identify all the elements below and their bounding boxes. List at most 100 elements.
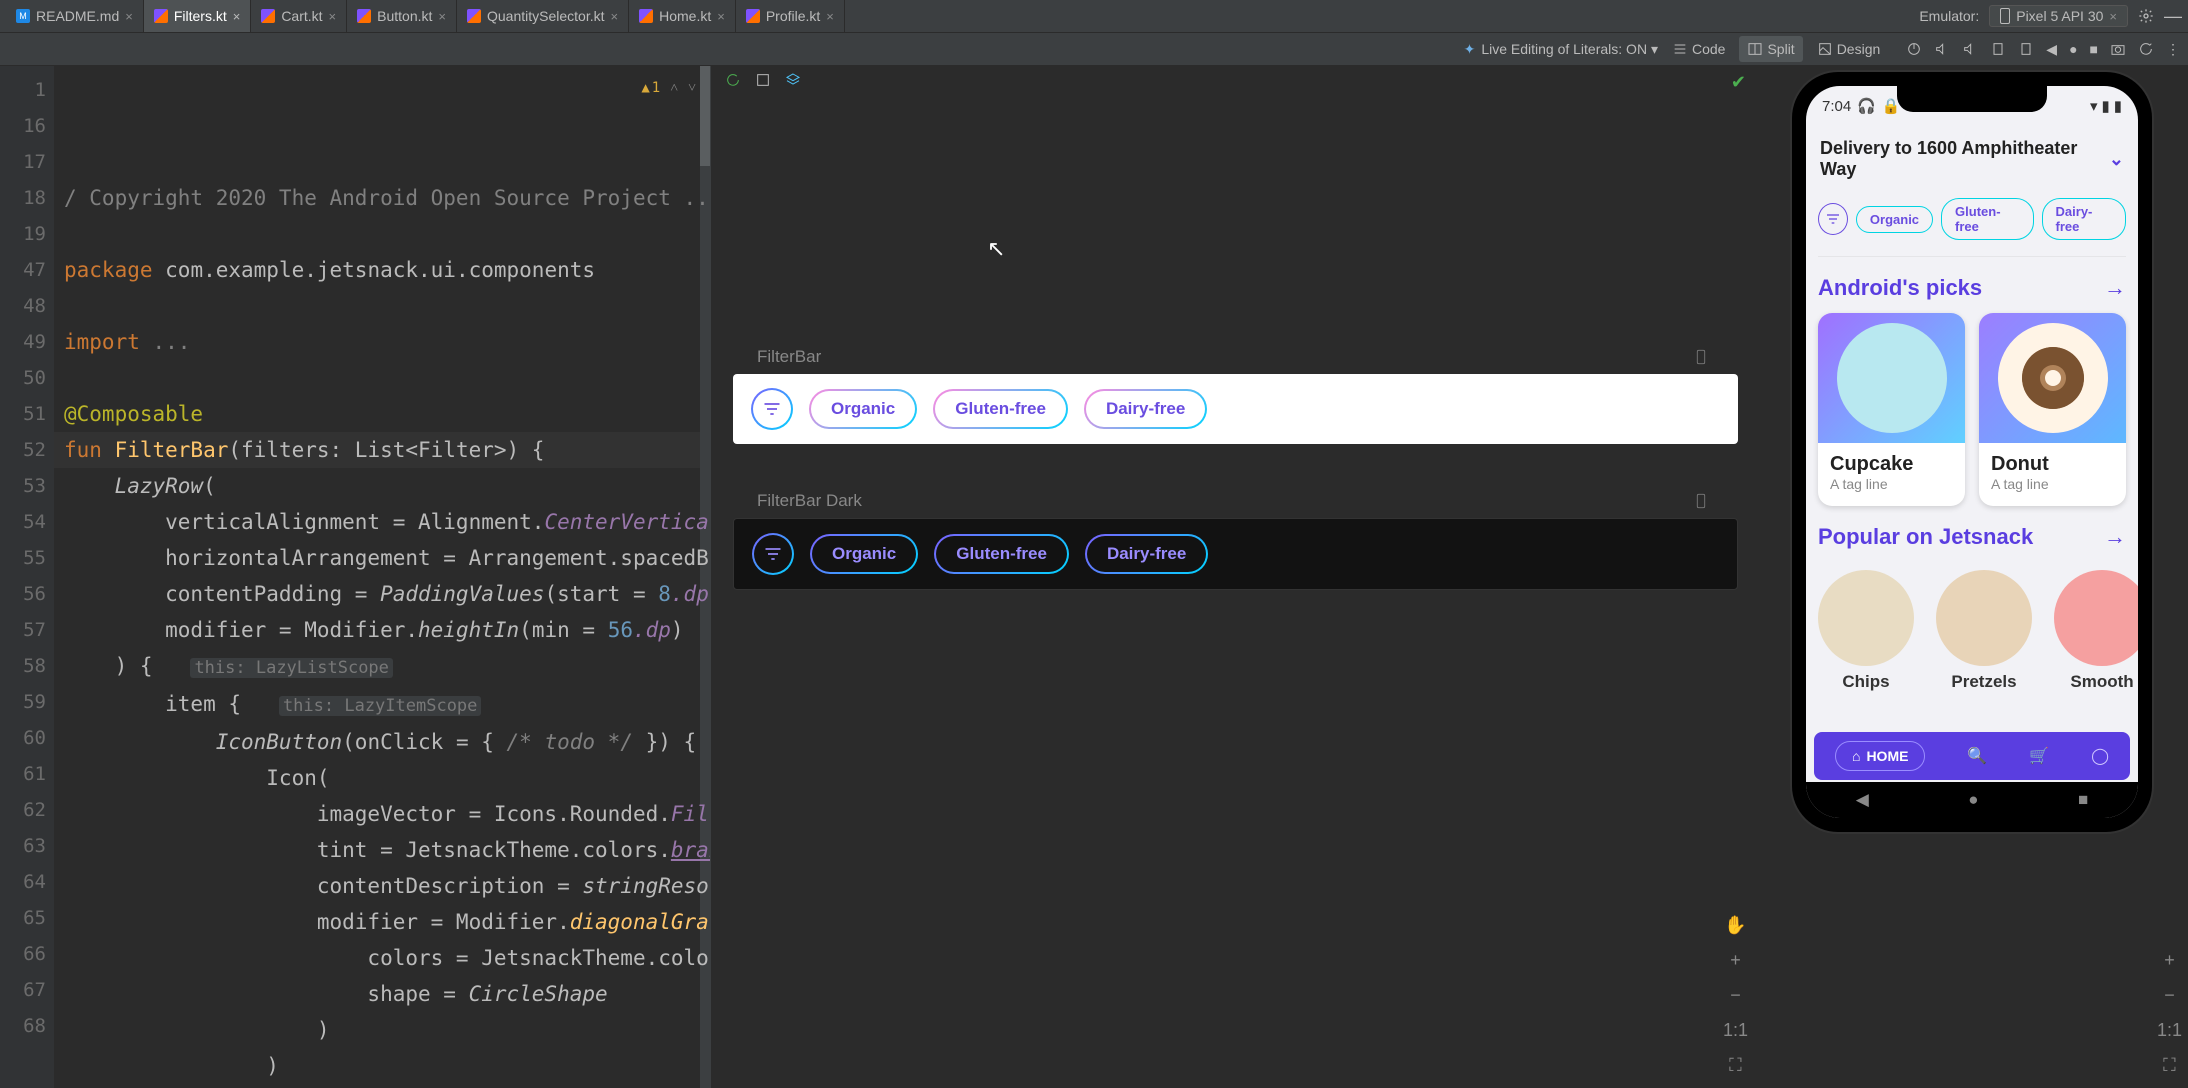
card-donut[interactable]: DonutA tag line (1979, 313, 2126, 506)
app-chip-dairy[interactable]: Dairy-free (2042, 198, 2126, 240)
power-icon[interactable] (1906, 41, 1922, 57)
expand-icon[interactable]: ⛶ (2163, 1055, 2176, 1076)
pretzels-image (1936, 570, 2032, 666)
live-edit-toggle[interactable]: Live Editing of Literals: ON ▾ (1481, 41, 1658, 58)
app-chip-organic[interactable]: Organic (1856, 206, 1933, 233)
filter-icon-button[interactable] (752, 533, 794, 575)
nav-home[interactable]: ⌂HOME (1835, 741, 1925, 771)
delivery-header[interactable]: Delivery to 1600 Amphitheater Way⌄ (1818, 126, 2126, 198)
kotlin-icon (357, 9, 371, 23)
top-bar: MREADME.md× Filters.kt× Cart.kt× Button.… (0, 0, 2188, 32)
emulator-zoom-tools: + − 1:1 ⛶ (2157, 950, 2182, 1076)
tab-cart[interactable]: Cart.kt× (251, 0, 347, 32)
snack-chips[interactable]: Chips (1818, 570, 1914, 692)
minimize-icon[interactable]: — (2164, 6, 2182, 27)
split-icon (1747, 41, 1763, 57)
back-icon[interactable]: ◀ (2046, 41, 2057, 58)
prev-problem-icon[interactable]: ˄ (670, 70, 678, 106)
more-icon[interactable]: ⋮ (2166, 41, 2180, 58)
warning-badge[interactable]: ▲1 (641, 70, 660, 106)
close-icon[interactable]: × (329, 9, 337, 24)
chip-dairy-free[interactable]: Dairy-free (1084, 389, 1207, 429)
view-design[interactable]: Design (1809, 36, 1889, 62)
close-icon[interactable]: × (826, 9, 834, 24)
device-select-icon[interactable] (755, 72, 771, 88)
card-cupcake[interactable]: CupcakeA tag line (1818, 313, 1965, 506)
expand-icon[interactable]: ⛶ (1729, 1055, 1742, 1076)
tab-filters[interactable]: Filters.kt× (144, 0, 251, 32)
markdown-icon: M (16, 9, 30, 23)
pan-icon[interactable]: ✋ (1724, 915, 1746, 936)
zoom-in-icon[interactable]: + (1730, 950, 1741, 971)
nav-search-icon[interactable]: 🔍 (1967, 746, 1987, 766)
zoom-fit-icon[interactable]: 1:1 (2157, 1020, 2182, 1041)
sys-back-icon[interactable]: ◀ (1856, 790, 1869, 810)
nav-profile-icon[interactable]: ◯ (2091, 746, 2109, 766)
zoom-in-icon[interactable]: + (2164, 950, 2175, 971)
zoom-fit-icon[interactable]: 1:1 (1723, 1020, 1748, 1041)
close-icon[interactable]: × (125, 9, 133, 24)
card-title: Cupcake (1830, 453, 1953, 476)
wifi-icon: ▾ (2090, 97, 2098, 115)
view-split[interactable]: Split (1739, 36, 1802, 62)
chip-dairy-free[interactable]: Dairy-free (1085, 534, 1208, 574)
preview-device-icon[interactable] (1692, 346, 1710, 368)
chip-organic[interactable]: Organic (809, 389, 917, 429)
rotate-left-icon[interactable] (1990, 41, 2006, 57)
code-line: / Copyright 2020 The Android Open Source… (64, 186, 710, 210)
sys-recent-icon[interactable]: ■ (2078, 790, 2088, 810)
gear-icon[interactable] (2138, 8, 2154, 24)
refresh-icon[interactable] (2138, 41, 2154, 57)
chip-organic[interactable]: Organic (810, 534, 918, 574)
zoom-out-icon[interactable]: − (1730, 985, 1741, 1006)
filter-icon-button[interactable] (751, 388, 793, 430)
refresh-preview-icon[interactable] (725, 72, 741, 88)
close-icon[interactable]: × (717, 9, 725, 24)
preview-ok-icon: ✔ (1731, 72, 1746, 93)
wand-icon: ✦ (1464, 41, 1476, 58)
phone-notch (1897, 86, 2047, 112)
close-icon[interactable]: × (2109, 9, 2117, 24)
filter-list-icon (762, 399, 782, 419)
app-chip-gluten[interactable]: Gluten-free (1941, 198, 2034, 240)
layers-icon[interactable] (785, 72, 801, 88)
close-icon[interactable]: × (233, 9, 241, 24)
close-icon[interactable]: × (611, 9, 619, 24)
view-code[interactable]: Code (1664, 36, 1733, 62)
arrow-right-icon[interactable]: → (2104, 275, 2126, 301)
zoom-out-icon[interactable]: − (2164, 985, 2175, 1006)
volume-up-icon[interactable] (1934, 41, 1950, 57)
tab-quantity[interactable]: QuantitySelector.kt× (457, 0, 629, 32)
kotlin-icon (639, 9, 653, 23)
tab-button[interactable]: Button.kt× (347, 0, 457, 32)
card-subtitle: A tag line (1991, 476, 2114, 492)
code-editor[interactable]: ▲1 ˄ ˅ / Copyright 2020 The Android Open… (54, 66, 710, 1088)
tab-home[interactable]: Home.kt× (629, 0, 736, 32)
volume-down-icon[interactable] (1962, 41, 1978, 57)
sys-home-icon[interactable]: ● (1968, 790, 1978, 810)
arrow-right-icon[interactable]: → (2104, 524, 2126, 550)
device-selector[interactable]: Pixel 5 API 30× (1989, 5, 2128, 27)
next-problem-icon[interactable]: ˅ (688, 70, 696, 106)
snack-pretzels[interactable]: Pretzels (1936, 570, 2032, 692)
record-icon[interactable]: ● (2069, 41, 2077, 57)
phone-screen[interactable]: 7:04🎧🔒 ▾▮▮ Delivery to 1600 Amphitheater… (1806, 86, 2138, 818)
preview-device-icon[interactable] (1692, 490, 1710, 512)
main-area: 1161718194748495051525354555657585960616… (0, 66, 2188, 1088)
filter-icon-button[interactable] (1818, 203, 1848, 235)
rotate-right-icon[interactable] (2018, 41, 2034, 57)
tab-profile[interactable]: Profile.kt× (736, 0, 845, 32)
phone-icon (2000, 8, 2010, 24)
mouse-cursor: ↖ (987, 236, 1005, 262)
chevron-down-icon: ⌄ (2109, 149, 2124, 170)
camera-icon[interactable] (2110, 41, 2126, 57)
close-icon[interactable]: × (438, 9, 446, 24)
snack-smoothie[interactable]: Smooth (2054, 570, 2138, 692)
tab-readme[interactable]: MREADME.md× (6, 0, 144, 32)
stop-icon[interactable]: ■ (2090, 41, 2098, 57)
headset-icon: 🎧 (1857, 97, 1876, 115)
chip-gluten-free[interactable]: Gluten-free (934, 534, 1069, 574)
nav-cart-icon[interactable]: 🛒 (2029, 746, 2049, 766)
phone-frame: 7:04🎧🔒 ▾▮▮ Delivery to 1600 Amphitheater… (1792, 72, 2152, 832)
chip-gluten-free[interactable]: Gluten-free (933, 389, 1068, 429)
